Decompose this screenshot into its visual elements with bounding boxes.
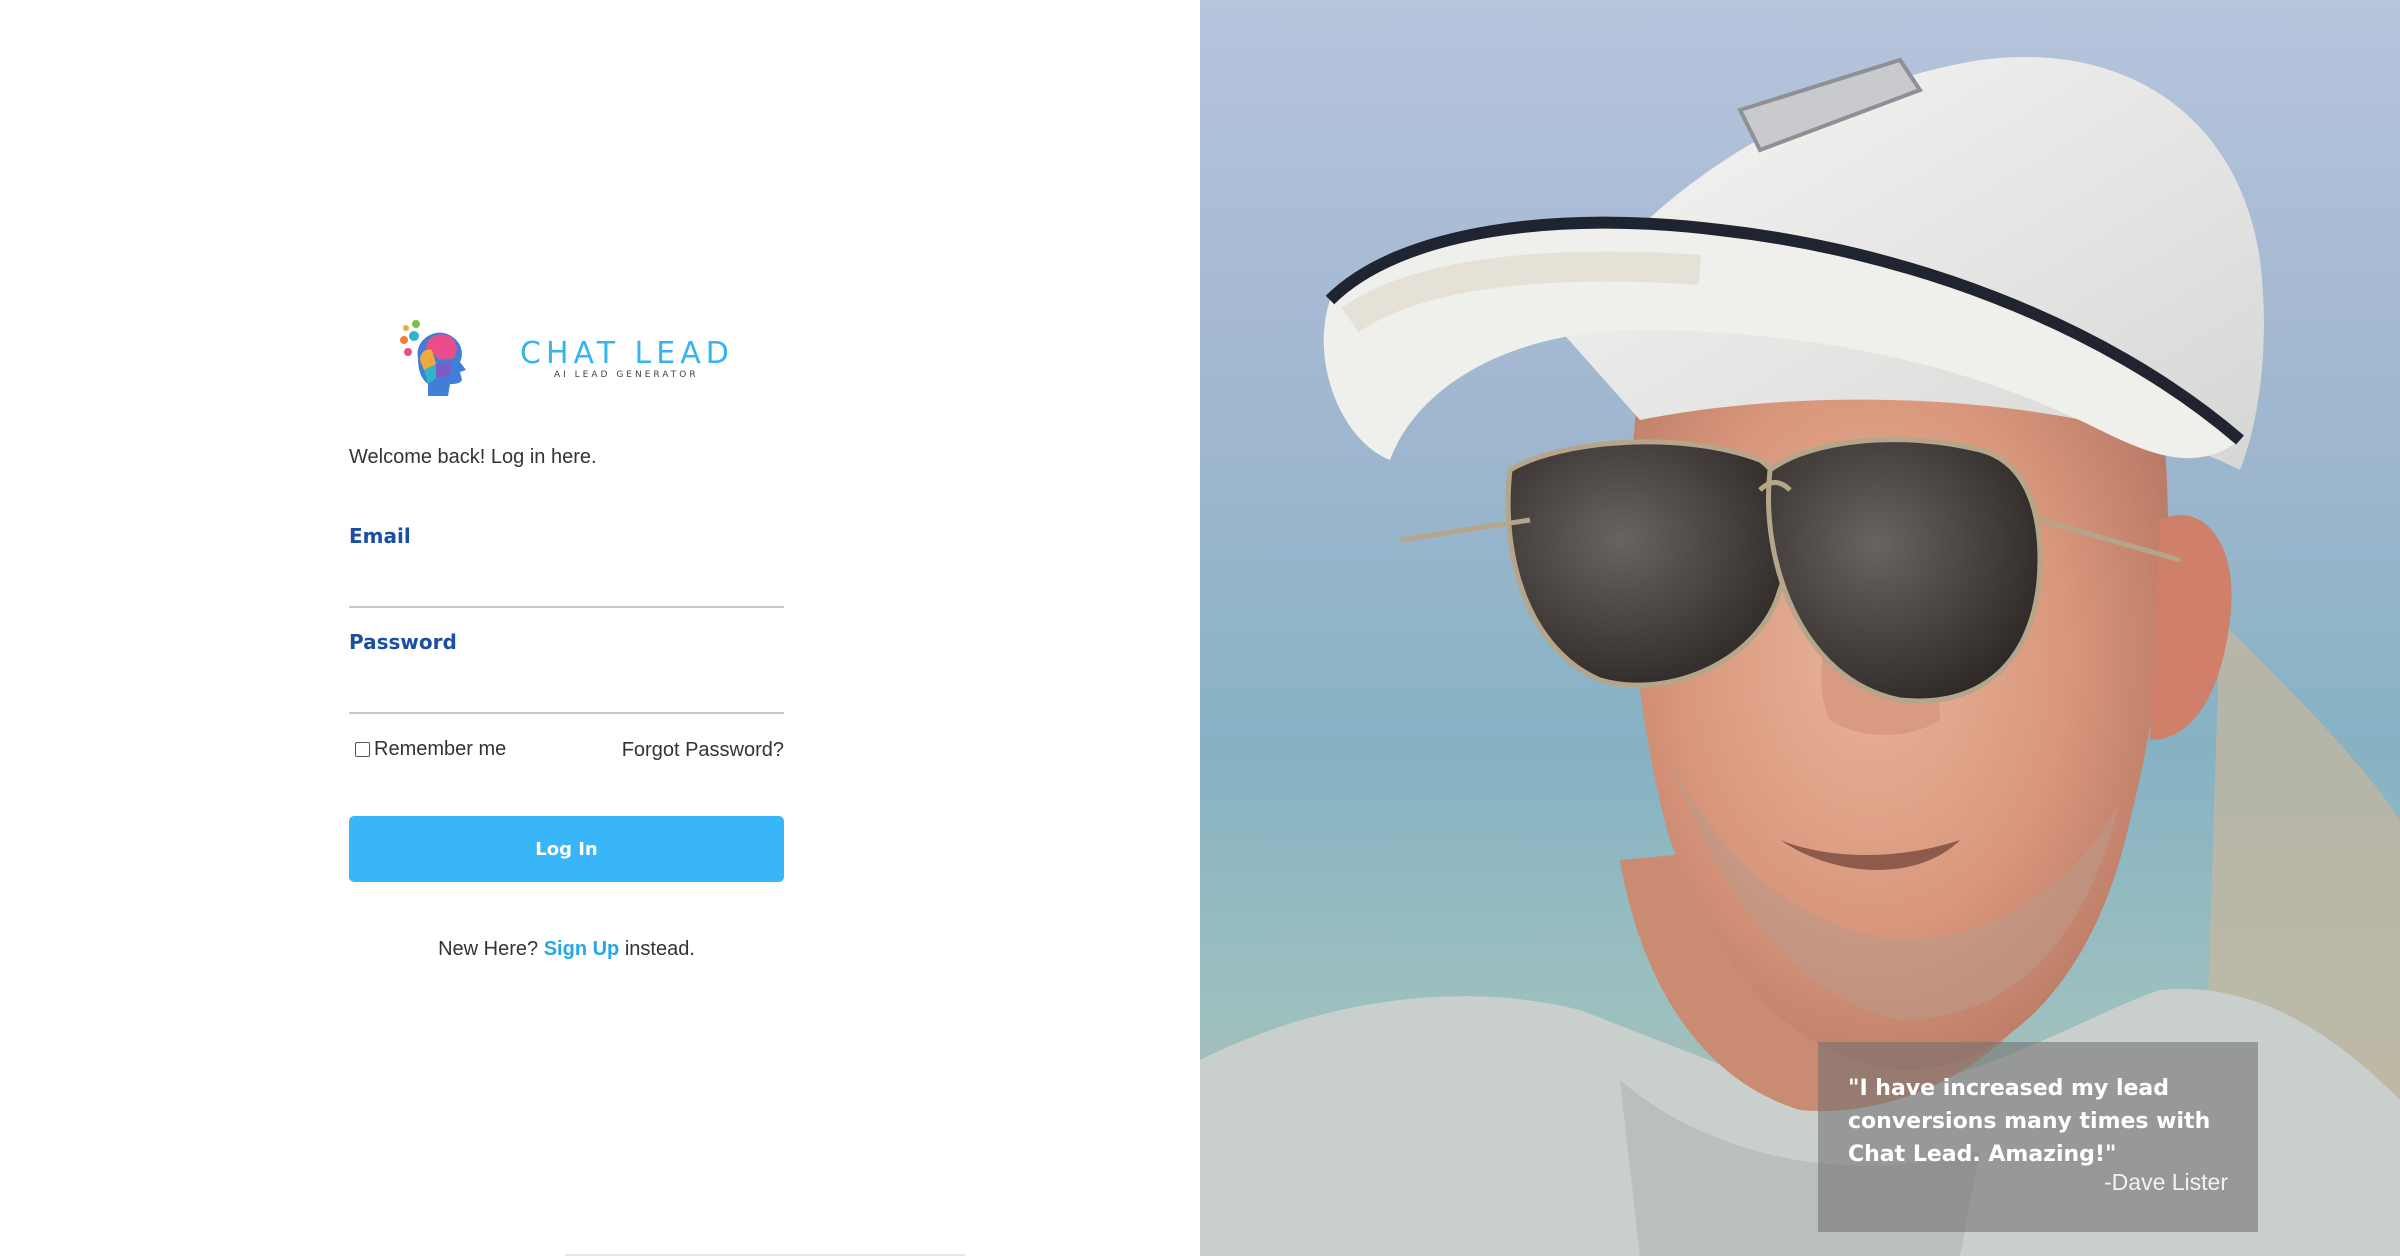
remember-checkbox[interactable]: [355, 742, 370, 757]
forgot-password-link[interactable]: Forgot Password?: [622, 739, 784, 762]
brand-tagline: AI LEAD GENERATOR: [554, 370, 699, 380]
testimonial-box: "I have increased my lead conversions ma…: [1818, 1042, 2258, 1232]
brand-name: CHAT LEAD: [520, 336, 734, 371]
brand-logo: CHAT LEAD AI LEAD GENERATOR: [396, 318, 729, 398]
signup-link[interactable]: Sign Up: [544, 938, 620, 960]
password-label: Password: [349, 630, 457, 654]
email-label: Email: [349, 524, 411, 548]
login-page: CHAT LEAD AI LEAD GENERATOR Welcome back…: [0, 0, 2400, 1256]
login-panel: CHAT LEAD AI LEAD GENERATOR Welcome back…: [0, 0, 1200, 1256]
remember-me[interactable]: Remember me: [355, 738, 506, 761]
email-field[interactable]: [349, 570, 784, 608]
password-field[interactable]: [349, 676, 784, 714]
testimonial-quote: "I have increased my lead conversions ma…: [1848, 1076, 2211, 1167]
signup-suffix: instead.: [619, 938, 695, 960]
welcome-text: Welcome back! Log in here.: [349, 446, 597, 468]
testimonial-author: -Dave Lister: [2104, 1169, 2228, 1195]
remember-label: Remember me: [374, 738, 507, 760]
login-button[interactable]: Log In: [349, 816, 784, 882]
head-icon: [400, 320, 466, 396]
signup-prefix: New Here?: [438, 938, 544, 960]
signup-prompt: New Here? Sign Up instead.: [349, 938, 784, 961]
